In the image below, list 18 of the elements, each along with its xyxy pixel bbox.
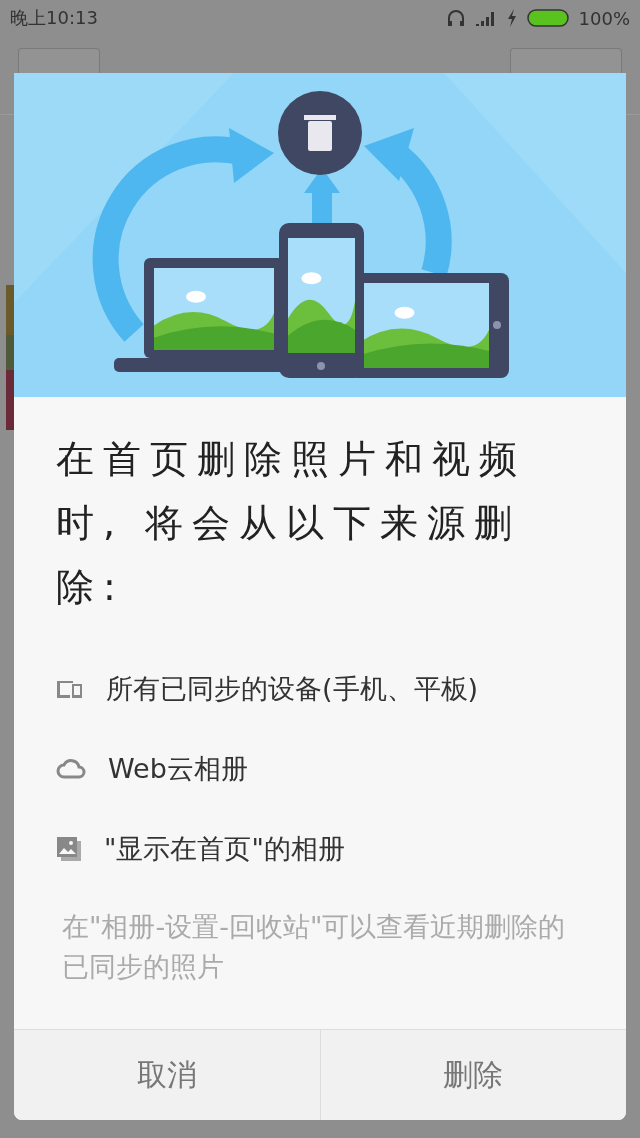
source-label: Web云相册 [108,752,248,786]
charging-icon [506,9,517,27]
album-icon [56,836,82,862]
dialog-button[interactable]: 删除 [319,1030,626,1120]
header-button[interactable] [18,48,100,73]
battery-icon [526,9,569,27]
headphones-icon [446,9,465,27]
signal-icon [474,10,497,26]
cloud-icon [56,758,86,780]
dialog-button[interactable]: 取消 [14,1030,320,1120]
source-label: 所有已同步的设备(手机、平板) [106,672,479,706]
source-label: "显示在首页"的相册 [104,832,345,866]
dialog-title: 在首页删除照片和视频时, 将会从以下来源删除: [56,436,527,611]
devices-icon [56,678,84,700]
battery-percent: 100% [578,7,630,29]
status-time: 晚上10:13 [10,6,98,30]
recycle-bin-note: 在"相册-设置-回收站"可以查看近期删除的已同步的照片 [62,910,567,984]
header-button[interactable] [510,48,622,73]
